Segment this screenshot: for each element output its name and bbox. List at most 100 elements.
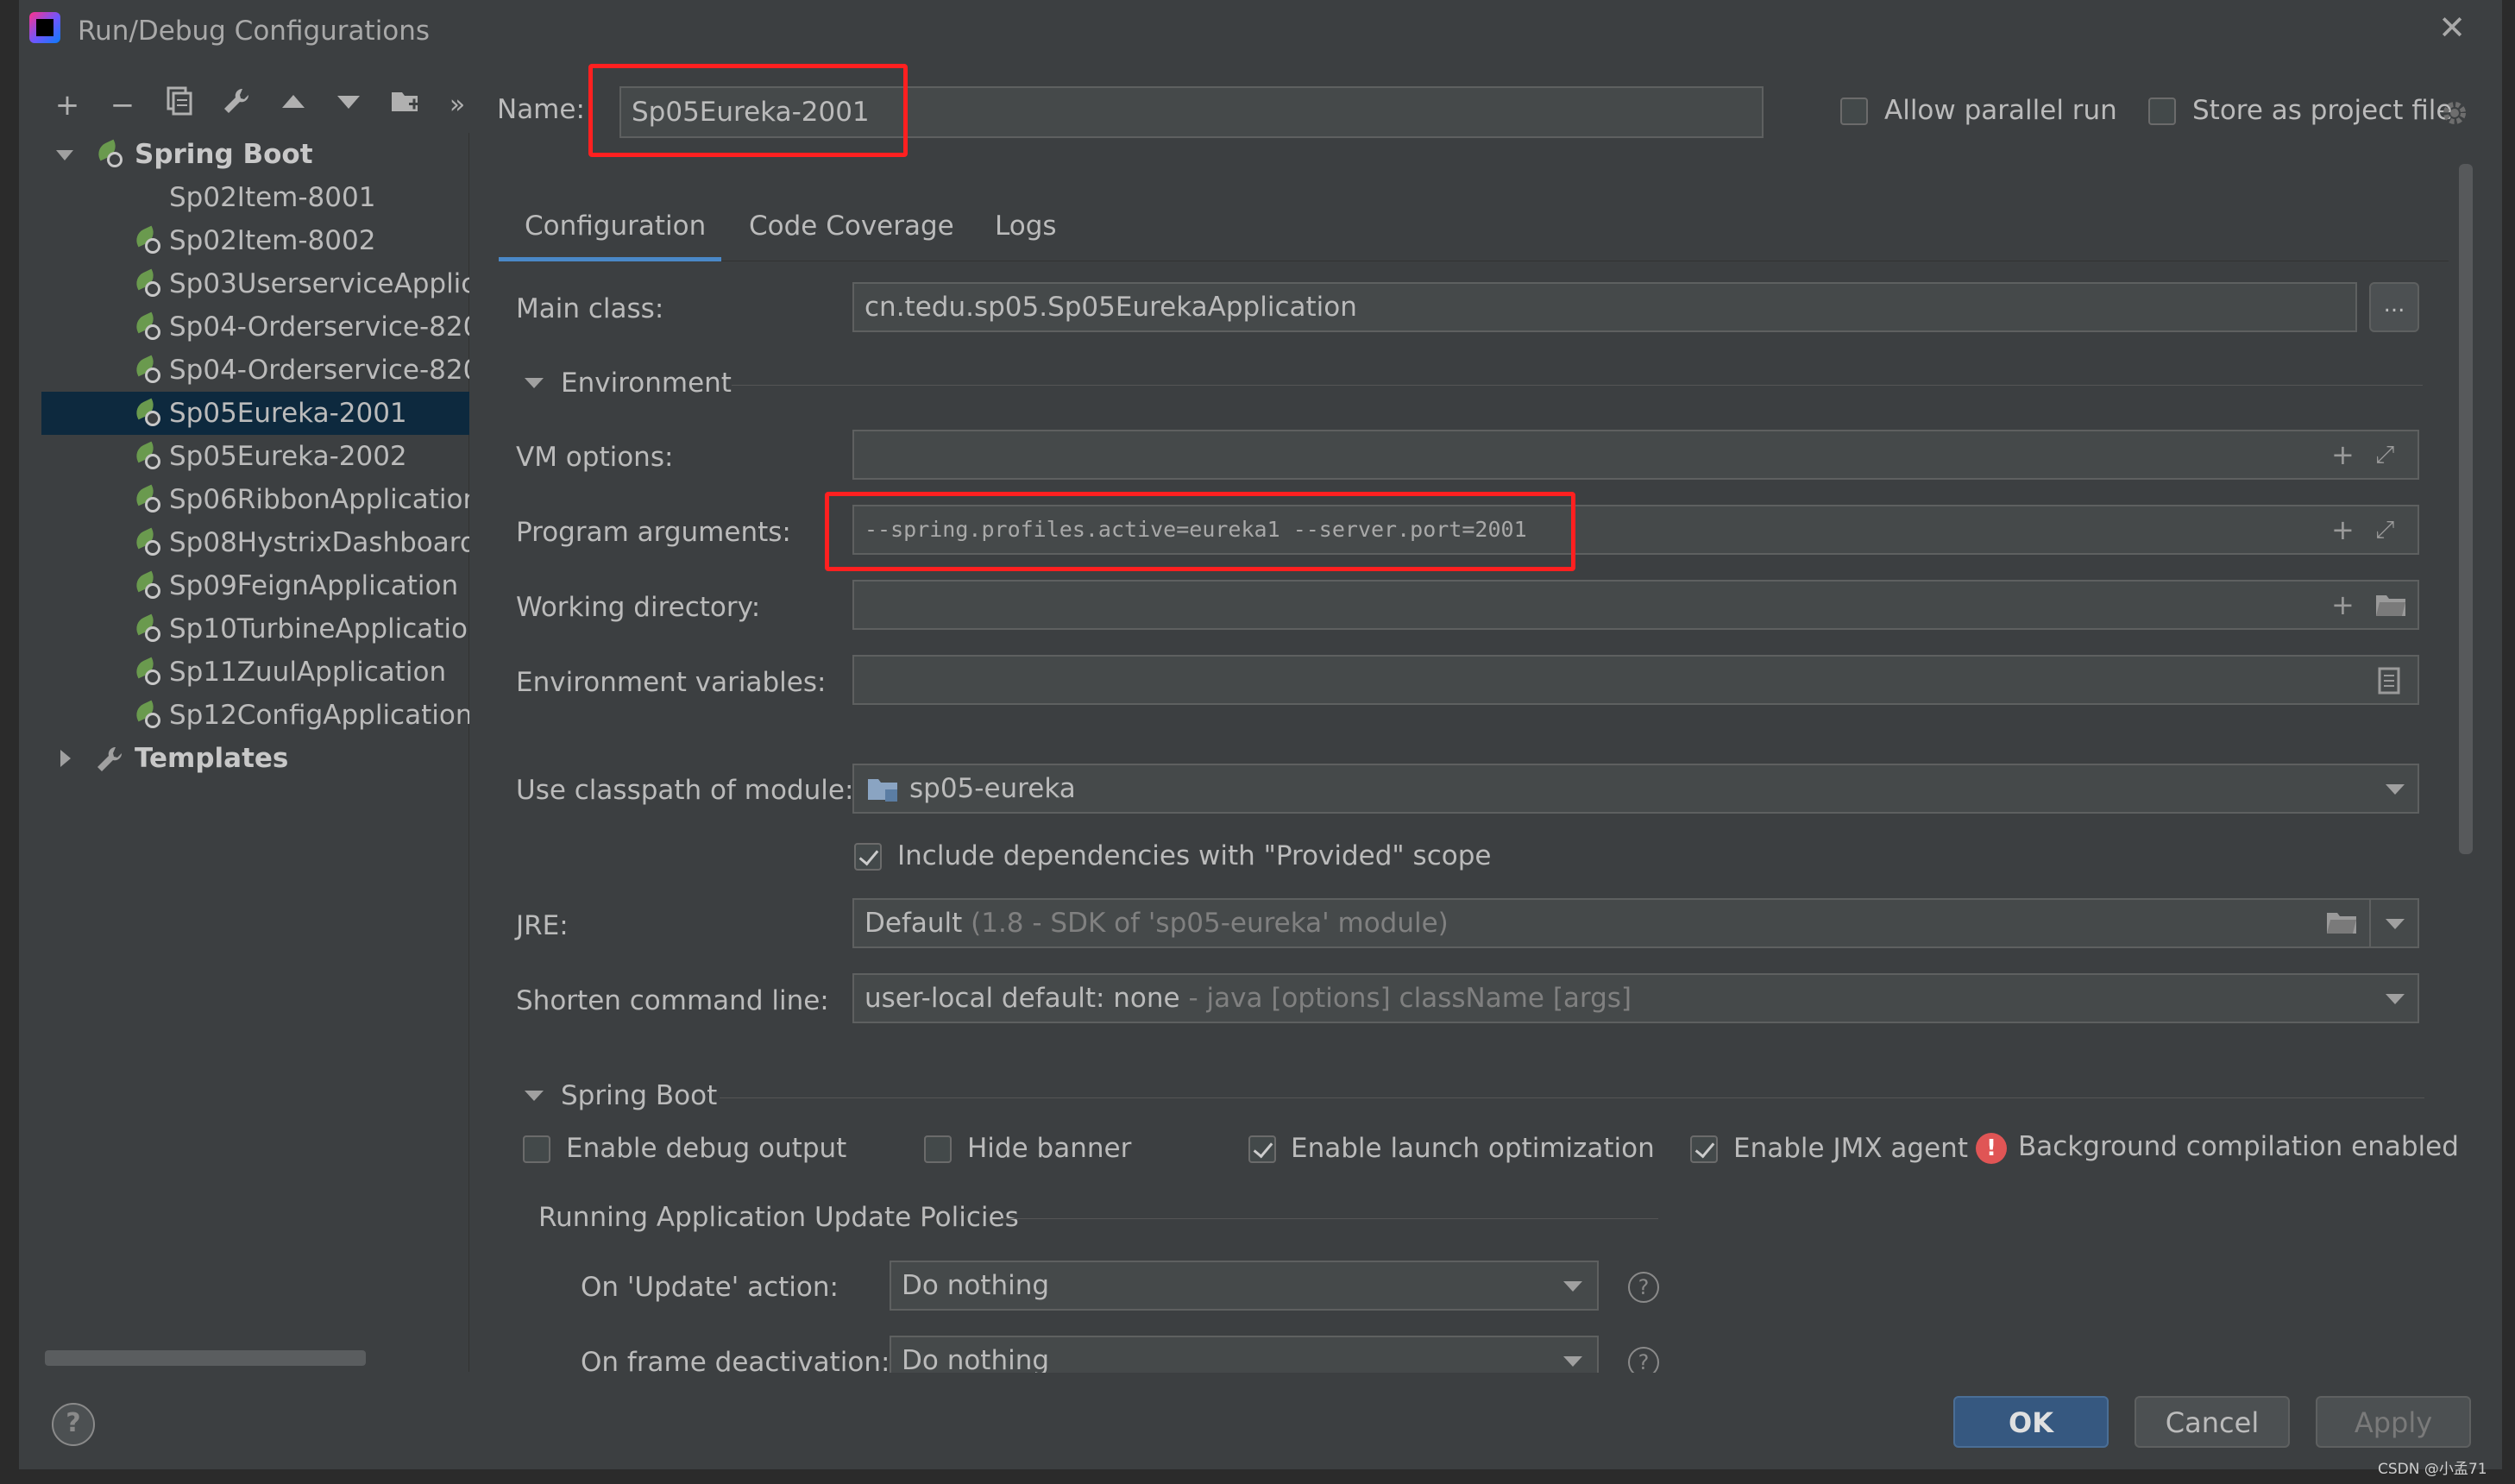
cancel-button[interactable]: Cancel bbox=[2135, 1396, 2290, 1448]
jre-select[interactable]: Default (1.8 - SDK of 'sp05-eureka' modu… bbox=[852, 898, 2371, 948]
tree-item-label: Sp05Eureka-2002 bbox=[169, 441, 407, 472]
spring-boot-config-icon bbox=[132, 441, 162, 471]
jmx-agent-checkbox[interactable] bbox=[1690, 1135, 1718, 1163]
name-label: Name: bbox=[497, 94, 585, 125]
configuration-tree: Spring Boot Sp02Item-8001 Sp02Item-8002 Sp… bbox=[41, 133, 469, 1372]
tree-item[interactable]: Sp05Eureka-2002 bbox=[41, 435, 469, 478]
tree-item[interactable]: Sp03UserserviceApplicat bbox=[41, 262, 469, 305]
config-vertical-scrollbar[interactable] bbox=[2459, 164, 2473, 854]
jre-dropdown-icon[interactable] bbox=[2386, 919, 2405, 929]
module-folder-icon bbox=[868, 779, 897, 802]
tree-item[interactable]: Sp12ConfigApplication bbox=[41, 694, 469, 737]
tree-item[interactable]: Sp08HystrixDashboardA bbox=[41, 521, 469, 564]
vm-options-label: VM options: bbox=[516, 442, 674, 473]
spring-boot-config-icon bbox=[132, 225, 162, 255]
wrench-icon[interactable] bbox=[217, 86, 255, 124]
vm-options-add-icon[interactable]: + bbox=[2331, 437, 2355, 472]
classpath-dropdown-icon[interactable] bbox=[2386, 784, 2405, 795]
launch-optimization-checkbox[interactable] bbox=[1248, 1135, 1276, 1163]
tab-code-coverage[interactable]: Code Coverage bbox=[749, 211, 954, 242]
environment-variables-input[interactable] bbox=[852, 655, 2419, 705]
tree-item-label: Sp08HystrixDashboardA bbox=[169, 527, 469, 558]
main-class-input[interactable]: cn.tedu.sp05.Sp05EurekaApplication bbox=[852, 282, 2357, 332]
working-directory-folder-icon[interactable] bbox=[2374, 592, 2407, 618]
gear-icon[interactable] bbox=[2440, 98, 2469, 128]
vm-options-expand-icon[interactable]: ⤢ bbox=[2375, 437, 2394, 472]
add-icon[interactable]: + bbox=[48, 86, 86, 124]
dialog-title: Run/Debug Configurations bbox=[78, 16, 431, 47]
highlight-box-arguments bbox=[825, 492, 1575, 571]
tab-logs[interactable]: Logs bbox=[995, 211, 1057, 242]
new-folder-icon[interactable] bbox=[387, 86, 424, 124]
tab-configuration[interactable]: Configuration bbox=[525, 211, 706, 242]
copy-icon[interactable] bbox=[160, 86, 198, 124]
environment-collapse-icon[interactable] bbox=[525, 378, 544, 388]
shorten-dropdown-icon[interactable] bbox=[2386, 994, 2405, 1004]
working-directory-label: Working directory: bbox=[516, 592, 761, 623]
tree-item[interactable]: Sp10TurbineApplication bbox=[41, 607, 469, 651]
tree-item-label: Sp04-Orderservice-8201 bbox=[169, 311, 469, 343]
remove-icon[interactable]: − bbox=[104, 86, 141, 124]
tree-horizontal-scrollbar[interactable] bbox=[45, 1350, 366, 1366]
apply-button[interactable]: Apply bbox=[2316, 1396, 2471, 1448]
tree-group-spring-boot[interactable]: Spring Boot bbox=[41, 133, 469, 176]
tree-item-label: Sp05Eureka-2001 bbox=[169, 398, 407, 429]
launch-optimization-label: Enable launch optimization bbox=[1291, 1133, 1655, 1164]
jre-folder-icon[interactable] bbox=[2325, 909, 2358, 935]
collapse-arrow-icon[interactable] bbox=[60, 750, 71, 767]
environment-variables-edit-icon[interactable] bbox=[2378, 667, 2400, 695]
tree-item[interactable]: Sp04-Orderservice-8201 bbox=[41, 305, 469, 349]
working-directory-input[interactable] bbox=[852, 580, 2419, 630]
browse-main-class-button[interactable]: ... bbox=[2369, 282, 2419, 332]
working-directory-add-icon[interactable]: + bbox=[2331, 588, 2355, 622]
tree-item[interactable]: Sp02Item-8002 bbox=[41, 219, 469, 262]
on-update-select[interactable]: Do nothing bbox=[890, 1261, 1599, 1311]
ok-button[interactable]: OK bbox=[1953, 1396, 2109, 1448]
classpath-module-select[interactable]: sp05-eureka bbox=[852, 764, 2419, 814]
error-icon: ! bbox=[1976, 1133, 2007, 1164]
program-arguments-label: Program arguments: bbox=[516, 517, 791, 548]
templates-label: Templates bbox=[135, 743, 289, 774]
move-up-icon[interactable] bbox=[274, 86, 312, 124]
background-window-left bbox=[0, 0, 19, 1484]
debug-output-checkbox[interactable] bbox=[523, 1135, 550, 1163]
tree-item[interactable]: Sp04-Orderservice-8202 bbox=[41, 349, 469, 392]
tree-group-templates[interactable]: Templates bbox=[41, 737, 469, 780]
program-arguments-add-icon[interactable]: + bbox=[2331, 512, 2355, 547]
move-down-icon[interactable] bbox=[330, 86, 368, 124]
hide-banner-checkbox[interactable] bbox=[924, 1135, 952, 1163]
allow-parallel-label: Allow parallel run bbox=[1884, 95, 2117, 126]
on-update-help-icon[interactable]: ? bbox=[1628, 1272, 1659, 1303]
vm-options-input[interactable] bbox=[852, 430, 2419, 480]
more-icon[interactable]: » bbox=[438, 86, 476, 124]
shorten-command-value: user-local default: none bbox=[865, 983, 1180, 1014]
shorten-command-label: Shorten command line: bbox=[516, 985, 829, 1016]
jmx-agent-label: Enable JMX agent bbox=[1733, 1133, 1968, 1164]
intellij-app-icon bbox=[29, 12, 60, 43]
environment-section-label: Environment bbox=[561, 368, 732, 399]
on-update-dropdown-icon[interactable] bbox=[1563, 1281, 1582, 1292]
tree-item-label: Sp10TurbineApplication bbox=[169, 613, 469, 645]
tree-item-label: Sp06RibbonApplication bbox=[169, 484, 469, 515]
tree-item[interactable]: Sp06RibbonApplication bbox=[41, 478, 469, 521]
expand-arrow-icon[interactable] bbox=[56, 150, 73, 160]
on-frame-dropdown-icon[interactable] bbox=[1563, 1356, 1582, 1367]
allow-parallel-checkbox[interactable] bbox=[1840, 97, 1868, 125]
store-project-checkbox[interactable] bbox=[2148, 97, 2176, 125]
spring-boot-collapse-icon[interactable] bbox=[525, 1091, 544, 1101]
tree-item-label: Sp09FeignApplication bbox=[169, 570, 459, 601]
shorten-command-hint: - java [options] className [args] bbox=[1188, 983, 1632, 1014]
spring-boot-config-icon bbox=[132, 484, 162, 514]
close-icon[interactable]: ✕ bbox=[2435, 10, 2469, 45]
on-update-label: On 'Update' action: bbox=[581, 1272, 839, 1303]
help-button[interactable]: ? bbox=[52, 1403, 95, 1446]
tree-group-label: Spring Boot bbox=[135, 139, 313, 170]
include-dependencies-checkbox[interactable] bbox=[854, 843, 882, 871]
tree-item[interactable]: Sp02Item-8001 bbox=[41, 176, 469, 219]
tree-item[interactable]: Sp11ZuulApplication bbox=[41, 651, 469, 694]
program-arguments-expand-icon[interactable]: ⤢ bbox=[2375, 512, 2394, 547]
shorten-command-select[interactable]: user-local default: none - java [options… bbox=[852, 973, 2419, 1023]
debug-output-label: Enable debug output bbox=[566, 1133, 847, 1164]
tree-item[interactable]: Sp09FeignApplication bbox=[41, 564, 469, 607]
tree-item[interactable]: Sp05Eureka-2001 bbox=[41, 392, 469, 435]
